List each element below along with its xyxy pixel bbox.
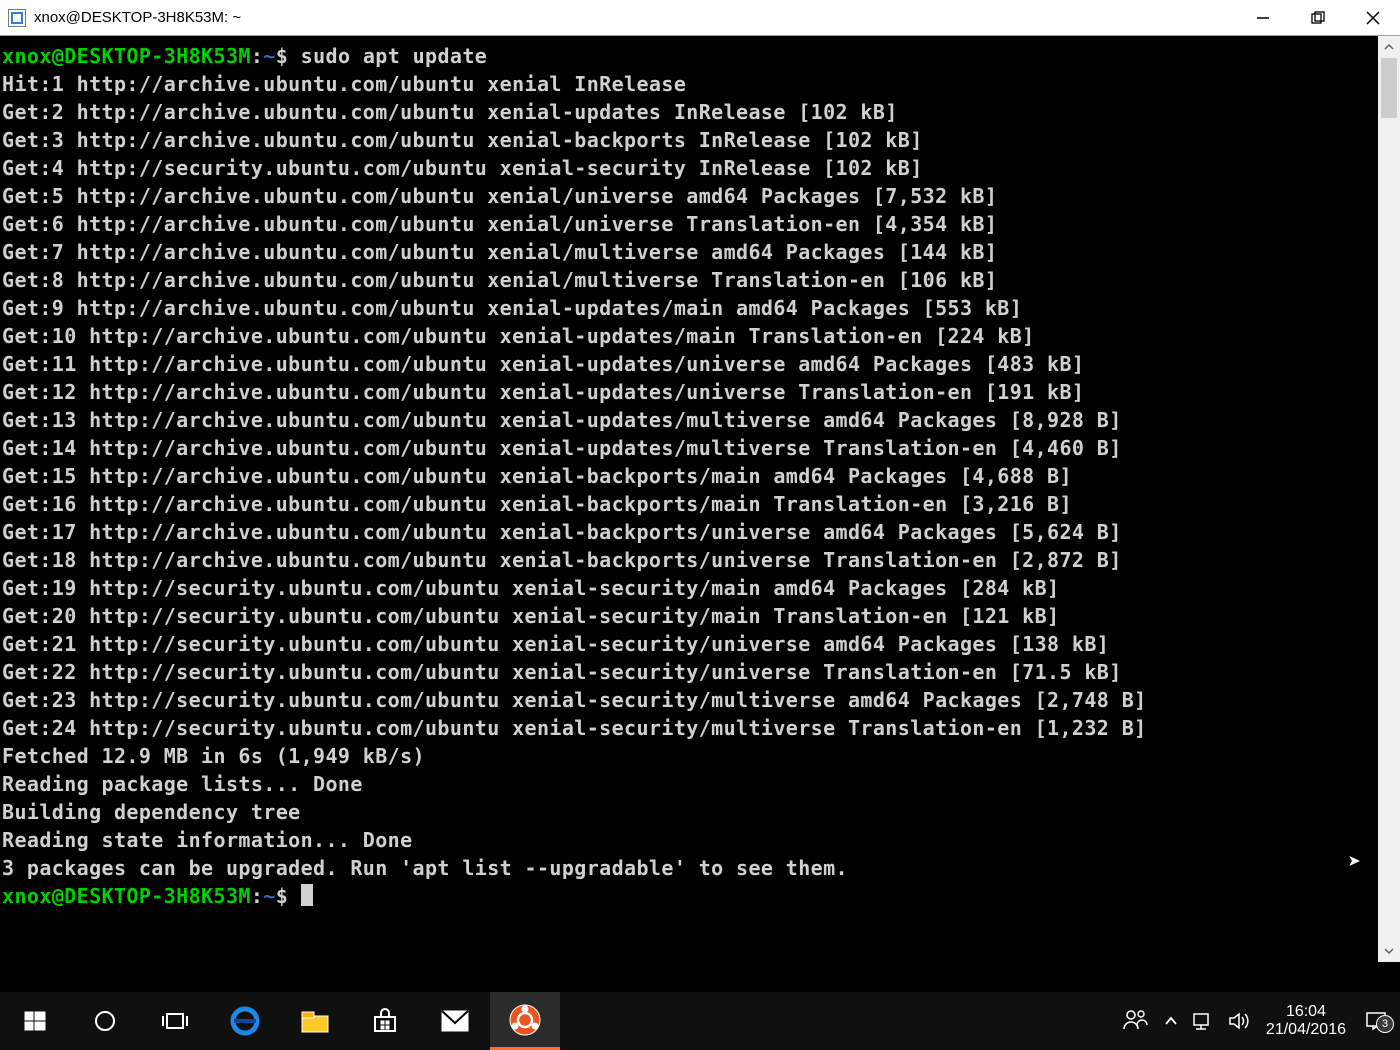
terminal-line: Get:24 http://security.ubuntu.com/ubuntu… bbox=[2, 714, 1378, 742]
close-button[interactable] bbox=[1345, 0, 1400, 35]
terminal-line: Reading package lists... Done bbox=[2, 770, 1378, 798]
close-icon bbox=[1365, 10, 1381, 26]
taskbar-app-explorer[interactable] bbox=[280, 992, 350, 1050]
task-view-icon bbox=[161, 1010, 189, 1032]
network-icon bbox=[1192, 1011, 1214, 1031]
terminal-line: Get:9 http://archive.ubuntu.com/ubuntu x… bbox=[2, 294, 1378, 322]
window-controls bbox=[1235, 0, 1400, 35]
clock-date: 21/04/2016 bbox=[1266, 1021, 1346, 1039]
terminal-line: Fetched 12.9 MB in 6s (1,949 kB/s) bbox=[2, 742, 1378, 770]
folder-icon bbox=[300, 1008, 330, 1034]
terminal-line: Get:12 http://archive.ubuntu.com/ubuntu … bbox=[2, 378, 1378, 406]
minimize-button[interactable] bbox=[1235, 0, 1290, 35]
cortana-button[interactable] bbox=[70, 992, 140, 1050]
terminal-output[interactable]: xnox@DESKTOP-3H8K53M:~$ sudo apt updateH… bbox=[0, 36, 1378, 962]
scroll-thumb[interactable] bbox=[1381, 58, 1397, 118]
terminal-line: Get:21 http://security.ubuntu.com/ubuntu… bbox=[2, 630, 1378, 658]
window-titlebar: xnox@DESKTOP-3H8K53M: ~ bbox=[0, 0, 1400, 36]
terminal-line: 3 packages can be upgraded. Run 'apt lis… bbox=[2, 854, 1378, 882]
people-button[interactable] bbox=[1122, 1007, 1148, 1036]
ubuntu-icon bbox=[509, 1004, 541, 1036]
minimize-icon bbox=[1256, 11, 1270, 25]
entered-command: sudo apt update bbox=[301, 44, 488, 68]
chevron-up-icon bbox=[1164, 1014, 1178, 1028]
window-title: xnox@DESKTOP-3H8K53M: ~ bbox=[34, 9, 241, 26]
scroll-down-button[interactable] bbox=[1378, 940, 1400, 962]
scroll-track[interactable] bbox=[1378, 58, 1400, 940]
store-icon bbox=[371, 1007, 399, 1035]
terminal-line: Get:6 http://archive.ubuntu.com/ubuntu x… bbox=[2, 210, 1378, 238]
taskbar-app-ubuntu[interactable] bbox=[490, 992, 560, 1050]
taskbar-clock[interactable]: 16:04 21/04/2016 bbox=[1266, 1003, 1346, 1039]
terminal-line: Get:4 http://security.ubuntu.com/ubuntu … bbox=[2, 154, 1378, 182]
prompt-path: ~ bbox=[263, 884, 275, 908]
start-button[interactable] bbox=[0, 992, 70, 1050]
terminal-line: Get:17 http://archive.ubuntu.com/ubuntu … bbox=[2, 518, 1378, 546]
taskbar: 16:04 21/04/2016 3 bbox=[0, 992, 1400, 1050]
terminal-line: Get:16 http://archive.ubuntu.com/ubuntu … bbox=[2, 490, 1378, 518]
titlebar-left: xnox@DESKTOP-3H8K53M: ~ bbox=[8, 9, 241, 27]
terminal-line: xnox@DESKTOP-3H8K53M:~$ bbox=[2, 882, 1378, 910]
terminal-line: Reading state information... Done bbox=[2, 826, 1378, 854]
people-icon bbox=[1122, 1007, 1148, 1031]
terminal-line: Get:23 http://security.ubuntu.com/ubuntu… bbox=[2, 686, 1378, 714]
terminal-line: Building dependency tree bbox=[2, 798, 1378, 826]
terminal-line: Get:5 http://archive.ubuntu.com/ubuntu x… bbox=[2, 182, 1378, 210]
terminal-line: Get:18 http://archive.ubuntu.com/ubuntu … bbox=[2, 546, 1378, 574]
vertical-scrollbar[interactable] bbox=[1378, 36, 1400, 962]
terminal-line: Get:8 http://archive.ubuntu.com/ubuntu x… bbox=[2, 266, 1378, 294]
app-icon bbox=[8, 9, 26, 27]
terminal-line: Get:10 http://archive.ubuntu.com/ubuntu … bbox=[2, 322, 1378, 350]
taskbar-left bbox=[0, 992, 560, 1050]
clock-time: 16:04 bbox=[1266, 1003, 1346, 1021]
terminal-line: Get:19 http://security.ubuntu.com/ubuntu… bbox=[2, 574, 1378, 602]
terminal-line: Get:20 http://security.ubuntu.com/ubuntu… bbox=[2, 602, 1378, 630]
scroll-up-button[interactable] bbox=[1378, 36, 1400, 58]
terminal-line: Get:22 http://security.ubuntu.com/ubuntu… bbox=[2, 658, 1378, 686]
terminal-line: Get:3 http://archive.ubuntu.com/ubuntu x… bbox=[2, 126, 1378, 154]
prompt-path: ~ bbox=[263, 44, 275, 68]
terminal-line: Get:15 http://archive.ubuntu.com/ubuntu … bbox=[2, 462, 1378, 490]
terminal-line: Get:13 http://archive.ubuntu.com/ubuntu … bbox=[2, 406, 1378, 434]
maximize-icon bbox=[1311, 11, 1325, 25]
terminal-line: Hit:1 http://archive.ubuntu.com/ubuntu x… bbox=[2, 70, 1378, 98]
terminal-line: Get:11 http://archive.ubuntu.com/ubuntu … bbox=[2, 350, 1378, 378]
windows-logo-icon bbox=[23, 1009, 47, 1033]
action-center-button[interactable]: 3 bbox=[1362, 1011, 1390, 1031]
prompt-user-host: xnox@DESKTOP-3H8K53M bbox=[2, 884, 251, 908]
system-tray[interactable] bbox=[1164, 1011, 1250, 1031]
circle-icon bbox=[93, 1009, 117, 1033]
maximize-button[interactable] bbox=[1290, 0, 1345, 35]
taskbar-app-store[interactable] bbox=[350, 992, 420, 1050]
notification-count-badge: 3 bbox=[1376, 1015, 1394, 1033]
volume-icon bbox=[1228, 1011, 1250, 1031]
task-view-button[interactable] bbox=[140, 992, 210, 1050]
taskbar-app-mail[interactable] bbox=[420, 992, 490, 1050]
terminal-cursor bbox=[301, 884, 313, 906]
chevron-down-icon bbox=[1383, 945, 1395, 957]
terminal-line: Get:7 http://archive.ubuntu.com/ubuntu x… bbox=[2, 238, 1378, 266]
chevron-up-icon bbox=[1383, 41, 1395, 53]
terminal-container: xnox@DESKTOP-3H8K53M:~$ sudo apt updateH… bbox=[0, 36, 1400, 962]
terminal-line: Get:14 http://archive.ubuntu.com/ubuntu … bbox=[2, 434, 1378, 462]
taskbar-app-edge[interactable] bbox=[210, 992, 280, 1050]
edge-icon bbox=[230, 1006, 260, 1036]
prompt-user-host: xnox@DESKTOP-3H8K53M bbox=[2, 44, 251, 68]
taskbar-right: 16:04 21/04/2016 3 bbox=[1122, 992, 1400, 1050]
mail-icon bbox=[440, 1009, 470, 1033]
terminal-line: xnox@DESKTOP-3H8K53M:~$ sudo apt update bbox=[2, 42, 1378, 70]
terminal-line: Get:2 http://archive.ubuntu.com/ubuntu x… bbox=[2, 98, 1378, 126]
